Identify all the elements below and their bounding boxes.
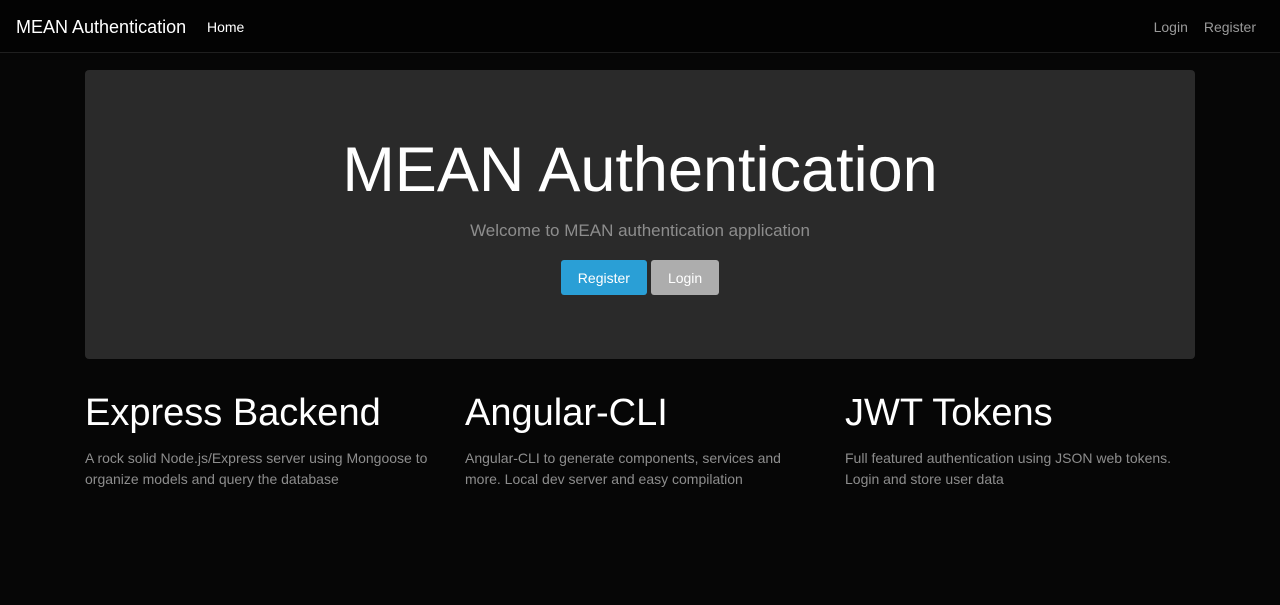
nav-home-link[interactable]: Home [207,18,244,36]
jumbotron-lead: Welcome to MEAN authentication applicati… [470,221,810,240]
feature-title: Express Backend [85,392,381,434]
feature-title: JWT Tokens [845,392,1053,434]
jumbotron-title: MEAN Authentication [342,135,938,205]
navbar: MEAN Authentication Home Login Register [0,0,1280,53]
register-button[interactable]: Register [560,260,647,295]
feature-text: A rock solid Node.js/Express server usin… [85,450,428,487]
jumbotron: MEAN Authentication Welcome to MEAN auth… [85,70,1195,359]
navbar-brand-link[interactable]: MEAN Authentication [16,16,186,38]
nav-login-link[interactable]: Login [1154,18,1188,36]
login-button[interactable]: Login [650,260,720,295]
feature-jwt-tokens: JWT Tokens Full featured authentication … [845,390,1225,490]
features-row: Express Backend A rock solid Node.js/Exp… [85,390,1225,490]
jumbotron-buttons: Register Login [85,260,1195,295]
feature-angular-cli: Angular-CLI Angular-CLI to generate comp… [465,390,845,490]
nav-right-menu: Login Register [1154,18,1256,36]
feature-text: Angular-CLI to generate components, serv… [465,450,781,487]
feature-text: Full featured authentication using JSON … [845,450,1172,487]
feature-title: Angular-CLI [465,392,668,434]
feature-express-backend: Express Backend A rock solid Node.js/Exp… [85,390,465,490]
nav-register-link[interactable]: Register [1204,18,1256,36]
